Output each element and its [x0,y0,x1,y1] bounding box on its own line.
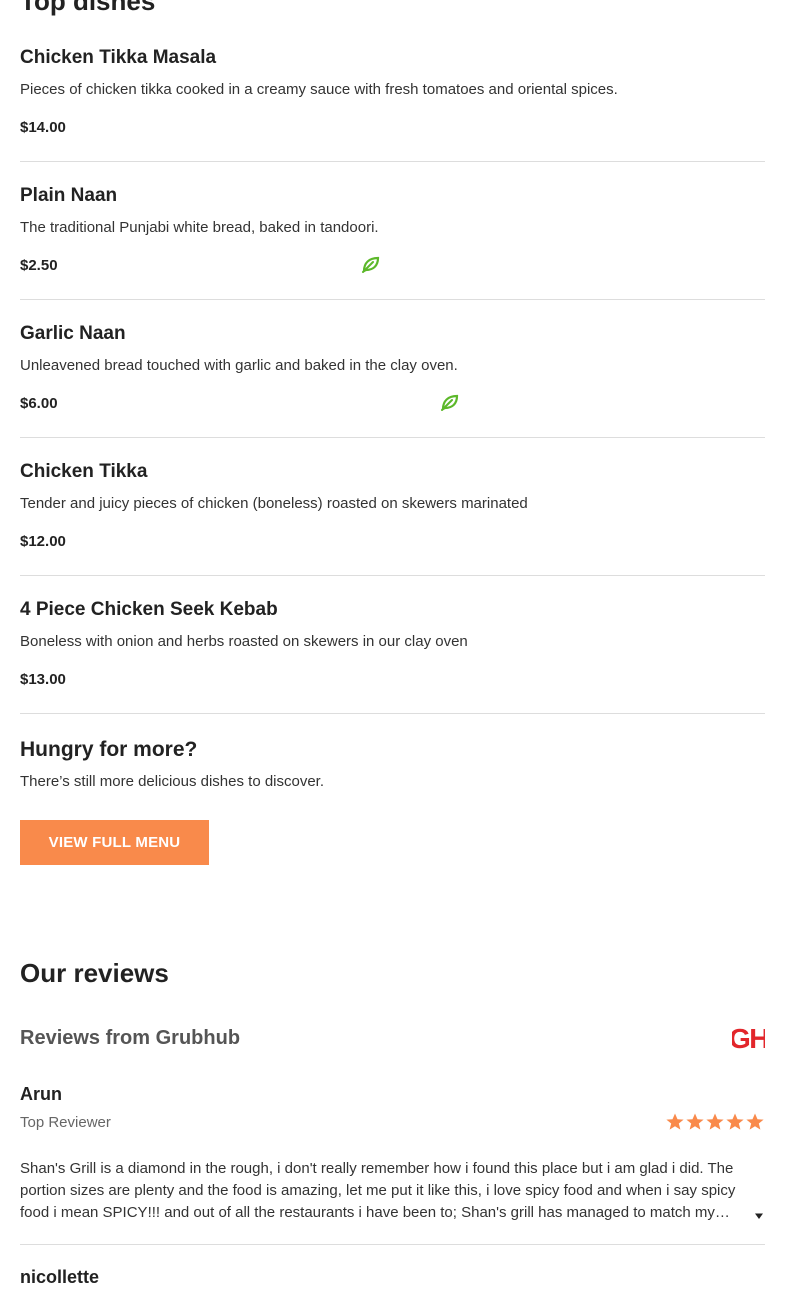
reviews-source-label: Reviews from Grubhub [20,1027,241,1049]
star-icon [746,1113,764,1130]
dish-name: Garlic Naan [20,323,126,344]
dish-item[interactable]: Chicken Tikka Masala Pieces of chicken t… [20,46,765,162]
dish-item[interactable]: Garlic Naan Unleavened bread touched wit… [20,322,765,438]
grubhub-logo: GH [732,1023,765,1052]
star-icon [726,1113,744,1130]
star-icon [666,1113,684,1130]
caret-down-icon[interactable] [753,1210,765,1222]
leaf-icon [441,394,459,411]
review-item: nicollette [20,1265,765,1289]
dish-name: Plain Naan [20,185,118,206]
divider [20,1244,765,1245]
svg-text:GH: GH [732,1023,765,1052]
leaf-icon [362,256,380,273]
reviewer-badge: Top Reviewer [20,1114,111,1131]
more-subtitle: There’s still more delicious dishes to d… [20,773,325,790]
dish-price: $14.00 [20,119,66,136]
dish-name: Chicken Tikka Masala [20,47,217,68]
more-title: Hungry for more? [20,738,198,761]
dish-item[interactable]: Plain Naan The traditional Punjabi white… [20,184,765,300]
reviews-title: Our reviews [20,958,169,988]
review-text: Shan's Grill is a diamond in the rough, … [20,1160,736,1221]
dish-description: Tender and juicy pieces of chicken (bone… [20,495,528,512]
star-icon [706,1113,724,1130]
dish-price: $12.00 [20,533,66,550]
star-rating [665,1112,765,1132]
dish-description: Boneless with onion and herbs roasted on… [20,633,468,650]
dish-price: $6.00 [20,395,58,412]
dish-name: Chicken Tikka [20,461,148,482]
dish-description: Pieces of chicken tikka cooked in a crea… [20,81,618,98]
reviewer-name: Arun [20,1084,62,1104]
review-item: Arun Top Reviewer Shan's Grill is a diam… [20,1082,765,1242]
star-icon [686,1113,704,1130]
dish-name: 4 Piece Chicken Seek Kebab [20,599,278,620]
dish-item[interactable]: 4 Piece Chicken Seek Kebab Boneless with… [20,598,765,714]
reviewer-name: nicollette [20,1267,100,1287]
view-full-menu-button[interactable]: VIEW FULL MENU [20,820,209,865]
dish-price: $2.50 [20,257,58,274]
top-dishes-title: Top dishes [20,0,156,16]
dish-price: $13.00 [20,671,66,688]
dish-item[interactable]: Chicken Tikka Tender and juicy pieces of… [20,460,765,576]
dish-description: The traditional Punjabi white bread, bak… [20,219,379,236]
dish-description: Unleavened bread touched with garlic and… [20,357,458,374]
